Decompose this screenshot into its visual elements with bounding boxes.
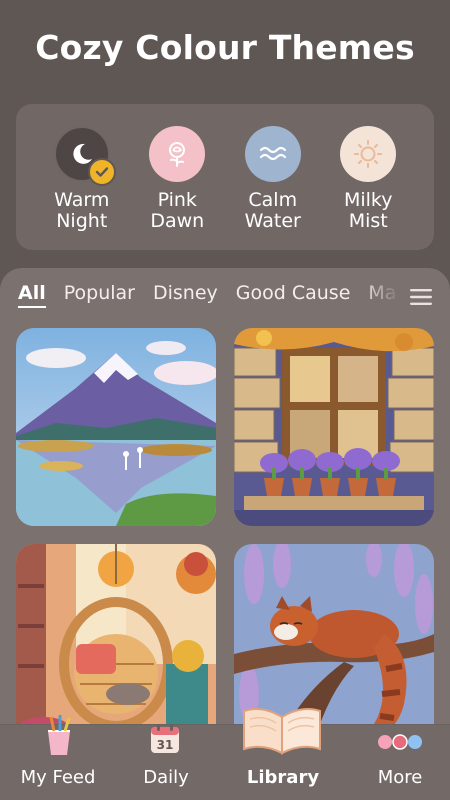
cup-brushes-icon	[48, 715, 71, 755]
theme-label: Calm Water	[244, 189, 301, 232]
sun-icon	[354, 140, 383, 168]
rose-icon	[169, 142, 186, 167]
theme-label: Milky Mist	[343, 189, 393, 232]
category-tabs: All Popular Disney Good Cause Ma	[18, 282, 398, 312]
bottom-navigation: My Feed 31 Daily Library More	[0, 708, 450, 800]
theme-milky-mist-swatch	[340, 126, 397, 182]
theme-warm-night-swatch	[53, 126, 116, 186]
nav-label: Daily	[143, 767, 189, 788]
waves-icon	[259, 146, 286, 161]
gallery-card-mountain-lake[interactable]	[16, 328, 216, 526]
nav-label: More	[377, 767, 423, 788]
theme-picker: Warm Night Pink Dawn Calm Water Milky Mi…	[16, 104, 434, 250]
theme-label: Pink Dawn	[150, 189, 205, 232]
calendar-date: 31	[157, 738, 174, 752]
theme-label: Warm Night	[54, 189, 110, 232]
selected-check-badge	[87, 158, 116, 186]
theme-pink-dawn[interactable]: Pink Dawn	[134, 126, 220, 250]
mountain-lake-image	[16, 328, 216, 526]
book-icon	[243, 708, 321, 755]
theme-pink-dawn-swatch	[149, 126, 206, 182]
check-icon	[95, 167, 108, 177]
nav-label: Library	[246, 767, 320, 788]
calendar-icon: 31	[151, 724, 179, 753]
nav-label: My Feed	[20, 767, 96, 788]
tab-good-cause[interactable]: Good Cause	[236, 282, 351, 312]
theme-calm-water[interactable]: Calm Water	[230, 126, 316, 250]
page-title: Cozy Colour Themes	[35, 28, 415, 67]
tab-popular[interactable]: Popular	[64, 282, 135, 312]
gallery-card-window-flowers[interactable]	[234, 328, 434, 526]
window-flowers-image	[234, 328, 434, 526]
tabs-fade	[360, 278, 400, 314]
theme-milky-mist[interactable]: Milky Mist	[325, 126, 411, 250]
theme-warm-night[interactable]: Warm Night	[39, 126, 125, 250]
dots-icon	[378, 734, 422, 750]
theme-calm-water-swatch	[244, 126, 301, 182]
hamburger-menu-icon[interactable]	[410, 288, 432, 306]
tab-disney[interactable]: Disney	[153, 282, 218, 312]
tab-all[interactable]: All	[18, 282, 46, 308]
